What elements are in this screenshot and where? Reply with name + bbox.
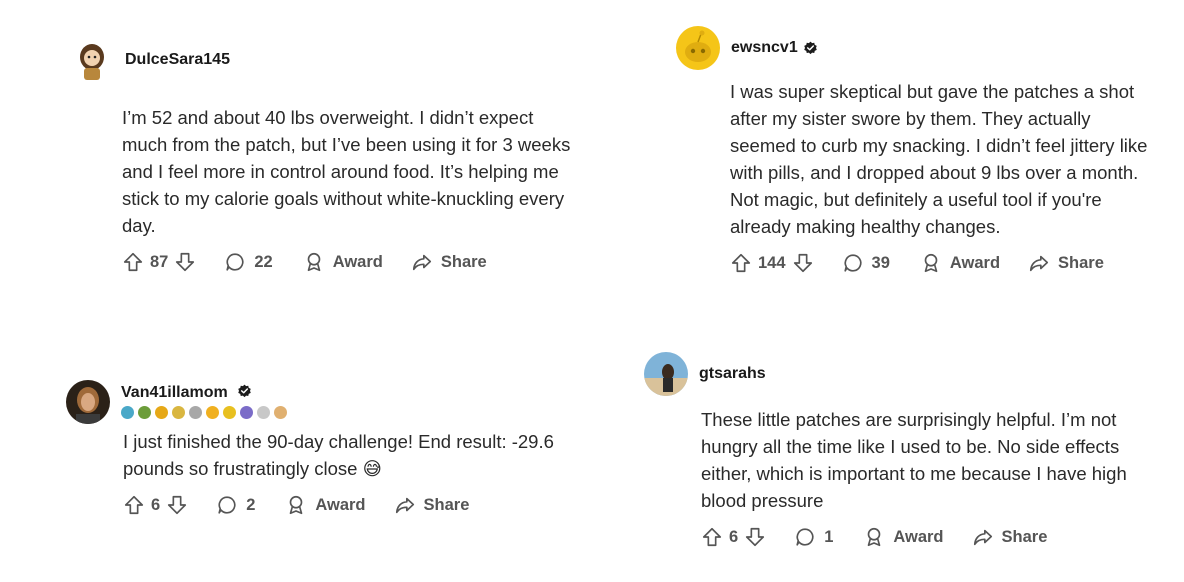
badge-icon	[138, 406, 151, 419]
share-button[interactable]: Share	[1028, 252, 1104, 274]
comment-actions: 144 39 Award Share	[730, 252, 1156, 274]
upvote-icon[interactable]	[701, 526, 723, 548]
username[interactable]: DulceSara145	[125, 51, 230, 69]
avatar[interactable]	[70, 38, 114, 82]
badge-icon	[274, 406, 287, 419]
badge-icon	[172, 406, 185, 419]
vote-count: 87	[150, 252, 169, 271]
share-icon	[1028, 252, 1050, 274]
comment-2: ewsncv1 I was super skeptical but gave t…	[676, 26, 1156, 274]
comment-header: Van41illamom	[66, 380, 586, 424]
comment-icon	[794, 526, 816, 548]
reply-count: 39	[871, 253, 890, 272]
share-button[interactable]: Share	[972, 526, 1048, 548]
comment-3: Van41illamom I just finished the 90-day …	[66, 380, 586, 516]
share-icon	[411, 251, 433, 273]
share-button[interactable]: Share	[394, 494, 470, 516]
verified-icon	[803, 41, 818, 56]
badge-icon	[223, 406, 236, 419]
share-icon	[972, 526, 994, 548]
comment-header: ewsncv1	[676, 26, 1156, 70]
downvote-icon[interactable]	[174, 251, 196, 273]
comment-text: I’m 52 and about 40 lbs overweight. I di…	[122, 107, 571, 236]
badge-icon	[155, 406, 168, 419]
share-button[interactable]: Share	[411, 251, 487, 273]
badge-icon	[240, 406, 253, 419]
downvote-icon[interactable]	[744, 526, 766, 548]
award-icon	[303, 251, 325, 273]
award-label: Award	[893, 527, 944, 546]
upvote-icon[interactable]	[122, 251, 144, 273]
badge-icon	[121, 406, 134, 419]
share-label: Share	[1001, 527, 1048, 546]
share-icon	[394, 494, 416, 516]
award-button[interactable]: Award	[920, 252, 1000, 274]
reply-button[interactable]: 2	[216, 494, 255, 516]
badge-icon	[257, 406, 270, 419]
comment-text: I just finished the 90-day challenge! En…	[123, 431, 554, 479]
comment-text: I was super skeptical but gave the patch…	[730, 81, 1148, 237]
vote-count: 6	[151, 495, 161, 514]
downvote-icon[interactable]	[792, 252, 814, 274]
avatar[interactable]	[644, 352, 688, 396]
award-label: Award	[332, 252, 383, 271]
award-button[interactable]: Award	[285, 494, 366, 516]
reply-button[interactable]: 22	[224, 251, 273, 273]
upvote-icon[interactable]	[730, 252, 752, 274]
reply-count: 22	[254, 252, 273, 271]
username[interactable]: gtsarahs	[699, 365, 766, 383]
user-flair-badges	[121, 406, 287, 419]
share-label: Share	[440, 252, 487, 271]
award-icon	[920, 252, 942, 274]
comment-icon	[224, 251, 246, 273]
reply-button[interactable]: 1	[794, 526, 833, 548]
comment-header: gtsarahs	[644, 352, 1144, 396]
comment-header: DulceSara145	[70, 38, 550, 82]
award-icon	[863, 526, 885, 548]
comment-actions: 6 1 Award Share	[701, 526, 1144, 548]
comment-actions: 87 22 Award Share	[122, 251, 550, 273]
share-label: Share	[1058, 253, 1104, 272]
comment-icon	[842, 252, 864, 274]
badge-icon	[189, 406, 202, 419]
award-button[interactable]: Award	[863, 526, 944, 548]
reply-count: 1	[824, 527, 834, 546]
vote-count: 144	[758, 253, 786, 272]
avatar[interactable]	[676, 26, 720, 70]
comment-icon	[216, 494, 238, 516]
award-icon	[285, 494, 307, 516]
downvote-icon[interactable]	[166, 494, 188, 516]
reply-count: 2	[246, 495, 256, 514]
reply-button[interactable]: 39	[842, 252, 890, 274]
username[interactable]: Van41illamom	[121, 384, 228, 401]
comment-text: These little patches are surprisingly he…	[701, 409, 1127, 511]
comment-4: gtsarahs These little patches are surpri…	[644, 352, 1144, 548]
username[interactable]: ewsncv1	[731, 39, 798, 57]
comment-1: DulceSara145 I’m 52 and about 40 lbs ove…	[70, 38, 570, 273]
award-button[interactable]: Award	[303, 251, 383, 273]
avatar[interactable]	[66, 380, 110, 424]
award-label: Award	[949, 253, 1001, 272]
upvote-icon[interactable]	[123, 494, 145, 516]
vote-count: 6	[729, 527, 739, 546]
verified-icon	[237, 384, 252, 399]
badge-icon	[206, 406, 219, 419]
comment-actions: 6 2 Award Share	[123, 494, 586, 516]
share-label: Share	[423, 495, 470, 514]
award-label: Award	[315, 495, 366, 514]
